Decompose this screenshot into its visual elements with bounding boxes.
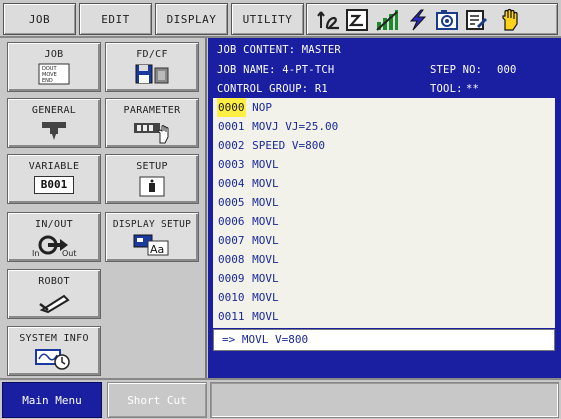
- job-content-title: JOB CONTENT: MASTER: [217, 44, 341, 56]
- general-label: GENERAL: [31, 105, 77, 116]
- parameter-label: PARAMETER: [123, 105, 181, 116]
- job-line-0002[interactable]: 0002 SPEED V=800: [217, 136, 325, 155]
- job-label: JOB: [44, 49, 64, 60]
- variable-label: VARIABLE: [28, 161, 80, 172]
- inout-label: IN/OUT: [35, 219, 73, 230]
- system-info-icon: [35, 349, 70, 370]
- job-name-text: JOB NAME: 4-PT-TCH: [217, 64, 335, 76]
- message-area: [210, 382, 559, 418]
- menu-edit-button[interactable]: EDIT: [79, 3, 152, 35]
- control-group-text: CONTROL GROUP: R1: [217, 83, 328, 95]
- line-instruction: MOVL: [252, 272, 279, 285]
- line-instruction: MOVL: [252, 196, 279, 209]
- line-instruction: MOVL: [252, 253, 279, 266]
- robot-menu-button[interactable]: ROBOT: [7, 269, 101, 319]
- line-instruction: MOVL: [252, 158, 279, 171]
- line-number: 0001: [218, 120, 245, 133]
- inout-menu-button[interactable]: IN/OUT In Out: [7, 212, 101, 262]
- instruction-edit-buffer[interactable]: => MOVL V=800: [213, 329, 555, 351]
- line-instruction: MOVJ VJ=25.00: [252, 120, 339, 133]
- job-line-list[interactable]: 0000 NOP 0001 MOVJ VJ=25.00 0002 SPEED V…: [213, 98, 555, 328]
- job-line-0011[interactable]: 0011 MOVL: [217, 307, 279, 326]
- line-number: 0006: [218, 215, 245, 228]
- line-instruction: SPEED V=800: [252, 139, 325, 152]
- status-icon-bar: [306, 3, 558, 35]
- hand-icon[interactable]: [497, 8, 521, 32]
- job-line-0009[interactable]: 0009 MOVL: [217, 269, 279, 288]
- line-number: 0007: [218, 234, 245, 247]
- variable-box: B001: [34, 176, 74, 194]
- menu-job-button[interactable]: JOB: [3, 3, 76, 35]
- parameter-menu-button[interactable]: PARAMETER: [105, 98, 199, 148]
- job-line-0010[interactable]: 0010 MOVL: [217, 288, 279, 307]
- tool-label: TOOL:: [430, 83, 463, 95]
- line-number: 0004: [218, 177, 245, 190]
- line-instruction: MOVL: [252, 310, 279, 323]
- variable-menu-button[interactable]: VARIABLE B001: [7, 154, 101, 204]
- line-number: 0011: [218, 310, 245, 323]
- system-info-menu-button[interactable]: SYSTEM INFO: [7, 326, 101, 376]
- display-setup-aa-text: Aa: [150, 243, 164, 256]
- job-line-0000[interactable]: 0000 NOP: [217, 98, 272, 117]
- job-line-0006[interactable]: 0006 MOVL: [217, 212, 279, 231]
- display-setup-label: DISPLAY SETUP: [112, 219, 192, 230]
- inout-icon: In Out: [32, 235, 77, 258]
- job-list-icon: DOUT MOVE END: [38, 63, 70, 85]
- parameter-icon: [134, 123, 169, 144]
- line-instruction: NOP: [252, 101, 272, 114]
- line-number: 0008: [218, 253, 245, 266]
- tool-value: **: [466, 83, 480, 95]
- teach-mode-icon[interactable]: [345, 8, 369, 32]
- system-info-label: SYSTEM INFO: [19, 333, 89, 344]
- job-line-0001[interactable]: 0001 MOVJ VJ=25.00: [217, 117, 338, 136]
- step-no-value: 000: [497, 64, 517, 76]
- job-menu-button[interactable]: JOB DOUT MOVE END: [7, 42, 101, 92]
- line-number: 0000: [217, 98, 246, 117]
- coordinate-icon[interactable]: [317, 8, 341, 32]
- fdcf-label: FD/CF: [136, 49, 168, 60]
- main-menu-button[interactable]: Main Menu: [2, 382, 102, 418]
- job-line-0004[interactable]: 0004 MOVL: [217, 174, 279, 193]
- line-number: 0002: [218, 139, 245, 152]
- camera-icon[interactable]: [435, 8, 459, 32]
- lightning-icon[interactable]: [405, 8, 429, 32]
- robot-arm-icon: [39, 294, 70, 314]
- floppy-disk-icon: [135, 64, 169, 84]
- job-icon-line-3: END: [42, 78, 53, 84]
- signal-bars-icon[interactable]: [375, 8, 399, 32]
- fdcf-menu-button[interactable]: FD/CF: [105, 42, 199, 92]
- display-setup-icon: Aa: [133, 234, 169, 256]
- job-line-0003[interactable]: 0003 MOVL: [217, 155, 279, 174]
- line-instruction: MOVL: [252, 177, 279, 190]
- menu-display-button[interactable]: DISPLAY: [155, 3, 228, 35]
- line-number: 0009: [218, 272, 245, 285]
- line-number: 0003: [218, 158, 245, 171]
- setup-label: SETUP: [136, 161, 168, 172]
- setup-menu-button[interactable]: SETUP: [105, 154, 199, 204]
- line-number: 0005: [218, 196, 245, 209]
- job-line-0007[interactable]: 0007 MOVL: [217, 231, 279, 250]
- welding-torch-icon: [42, 122, 66, 140]
- edit-icon[interactable]: [465, 8, 489, 32]
- display-setup-menu-button[interactable]: DISPLAY SETUP Aa: [105, 212, 199, 262]
- setup-icon: [139, 176, 165, 197]
- short-cut-button[interactable]: Short Cut: [107, 382, 207, 418]
- inout-in-text: In: [32, 249, 39, 258]
- line-number: 0010: [218, 291, 245, 304]
- step-no-label: STEP NO:: [430, 64, 483, 76]
- line-instruction: MOVL: [252, 215, 279, 228]
- general-menu-button[interactable]: GENERAL: [7, 98, 101, 148]
- menu-utility-button[interactable]: UTILITY: [231, 3, 304, 35]
- inout-out-text: Out: [62, 249, 77, 258]
- job-line-0008[interactable]: 0008 MOVL: [217, 250, 279, 269]
- line-instruction: MOVL: [252, 291, 279, 304]
- robot-label: ROBOT: [38, 276, 70, 287]
- line-instruction: MOVL: [252, 234, 279, 247]
- job-line-0005[interactable]: 0005 MOVL: [217, 193, 279, 212]
